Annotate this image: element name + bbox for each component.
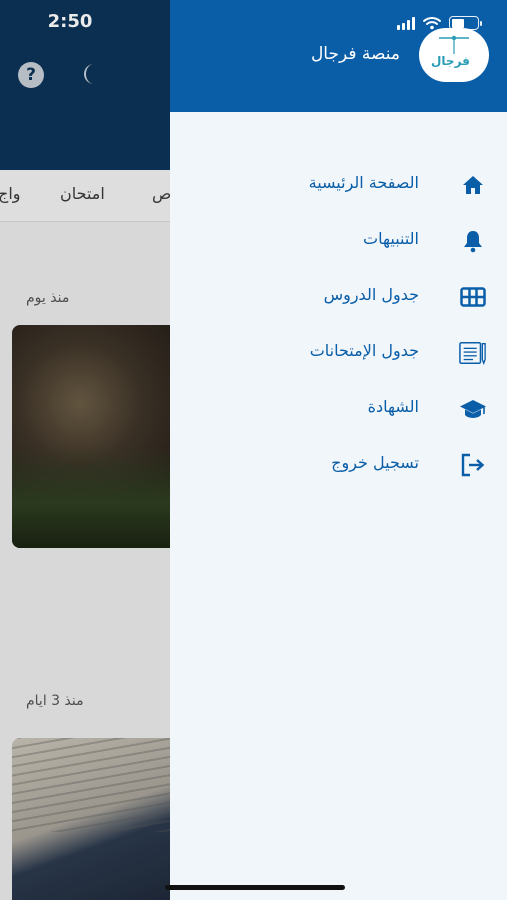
graduation-cap-icon [459, 395, 487, 423]
menu-item-notifications[interactable]: التنبيهات [170, 213, 507, 269]
menu-item-certificate[interactable]: الشهادة [170, 381, 507, 437]
drawer-header: فرجال منصة فرجال [170, 0, 507, 112]
menu-item-label: تسجيل خروج [331, 453, 419, 472]
app-logo: فرجال [419, 28, 489, 82]
menu-item-label: جدول الإمتحانات [309, 341, 419, 360]
navigation-drawer: فرجال منصة فرجال الصفحة الرئيسية التنبيه… [170, 0, 507, 900]
menu-item-label: جدول الدروس [323, 285, 419, 304]
menu-item-label: الشهادة [367, 397, 419, 416]
exam-sheet-icon [459, 339, 487, 367]
menu-item-home[interactable]: الصفحة الرئيسية [170, 157, 507, 213]
home-icon [459, 171, 487, 199]
menu-item-lesson-schedule[interactable]: جدول الدروس [170, 269, 507, 325]
logout-icon [459, 451, 487, 479]
compass-logo-icon [439, 35, 469, 54]
menu-item-label: التنبيهات [363, 229, 419, 248]
grid-table-icon [459, 283, 487, 311]
bell-icon [459, 227, 487, 255]
app-name: منصة فرجال [310, 44, 400, 64]
menu-item-label: الصفحة الرئيسية [308, 173, 419, 192]
home-indicator[interactable] [165, 885, 345, 890]
menu-item-exam-schedule[interactable]: جدول الإمتحانات [170, 325, 507, 381]
menu-item-logout[interactable]: تسجيل خروج [170, 437, 507, 493]
logo-text: فرجال [431, 54, 470, 68]
cellular-signal-icon [397, 16, 415, 30]
